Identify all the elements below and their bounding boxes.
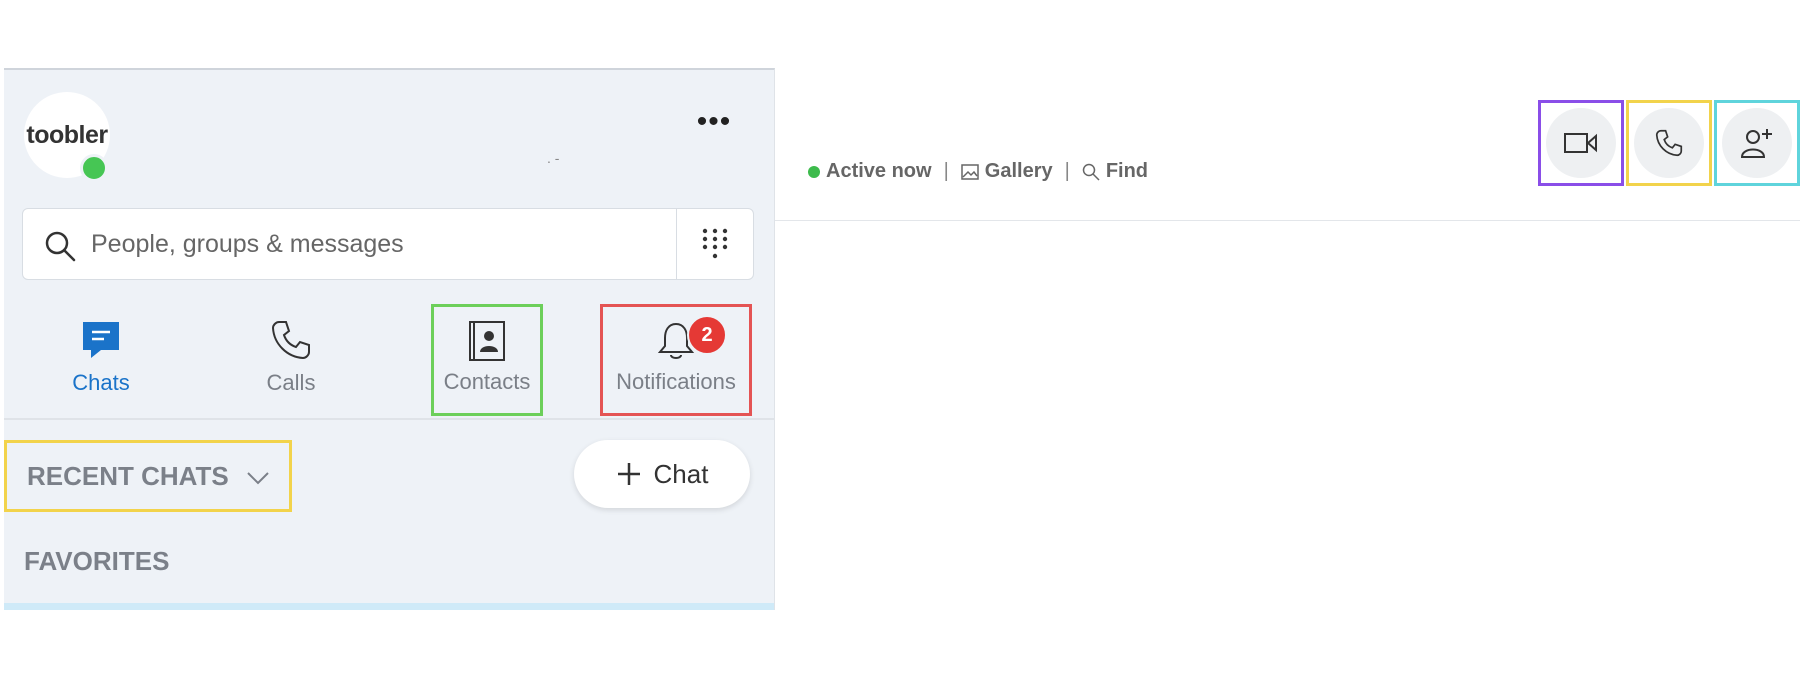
search-box: [22, 208, 754, 280]
tab-chats[interactable]: Chats: [26, 306, 176, 418]
audio-call-icon: [1655, 129, 1683, 157]
contacts-icon: [469, 321, 505, 361]
tab-label-contacts: Contacts: [443, 369, 531, 394]
recent-chats-label: RECENT CHATS: [27, 461, 229, 491]
add-person-icon: [1740, 129, 1772, 158]
phone-icon: [271, 321, 310, 360]
search-icon: [1082, 163, 1100, 181]
favorites-heading: FAVORITES: [24, 546, 170, 576]
more-options-button[interactable]: •••: [684, 107, 744, 142]
tab-notifications[interactable]: 2 Notifications: [600, 304, 752, 416]
video-call-circle: [1546, 108, 1616, 178]
dialpad-button[interactable]: [676, 209, 753, 279]
recent-chats-dropdown[interactable]: RECENT CHATS: [4, 440, 292, 512]
video-call-icon: [1564, 133, 1597, 153]
plus-icon: [617, 463, 640, 485]
new-chat-label: Chat: [653, 458, 709, 489]
find-label: Find: [1105, 160, 1149, 182]
avatar-logo: toobler: [26, 120, 108, 149]
separator: |: [943, 160, 949, 182]
dialpad-icon: [702, 228, 728, 259]
gallery-label: Gallery: [984, 160, 1053, 182]
status-line: Active now | Gallery | Find: [808, 160, 1148, 183]
tab-calls[interactable]: Calls: [216, 306, 366, 418]
tab-label-chats: Chats: [72, 370, 130, 395]
search-input[interactable]: [91, 209, 591, 279]
add-people-button[interactable]: [1714, 100, 1800, 186]
online-status-dot: [80, 154, 108, 182]
gallery-link[interactable]: Gallery: [961, 160, 1053, 183]
new-chat-button[interactable]: Chat: [574, 440, 750, 508]
tab-label-calls: Calls: [266, 370, 316, 395]
separator: |: [1064, 160, 1070, 182]
chevron-down-icon: [247, 472, 269, 485]
find-link[interactable]: Find: [1082, 160, 1148, 183]
add-people-circle: [1722, 108, 1792, 178]
chat-icon: [83, 322, 119, 358]
active-status-text: Active now: [826, 160, 932, 182]
sidebar: toobler . - ••• Chats: [4, 68, 775, 610]
selected-chat-strip: [4, 603, 774, 610]
video-call-button[interactable]: [1538, 100, 1624, 186]
conversation-header: Active now | Gallery | Find: [775, 68, 1800, 221]
search-icon: [45, 231, 76, 262]
active-status-dot: [808, 165, 820, 178]
audio-call-button[interactable]: [1626, 100, 1712, 186]
divider: [4, 418, 774, 420]
gallery-icon: [961, 163, 979, 180]
profile-name: . -: [547, 150, 560, 166]
notification-badge: 2: [687, 315, 727, 355]
audio-call-circle: [1634, 108, 1704, 178]
tab-contacts[interactable]: Contacts: [431, 304, 543, 416]
tab-label-notifications: Notifications: [616, 369, 736, 394]
